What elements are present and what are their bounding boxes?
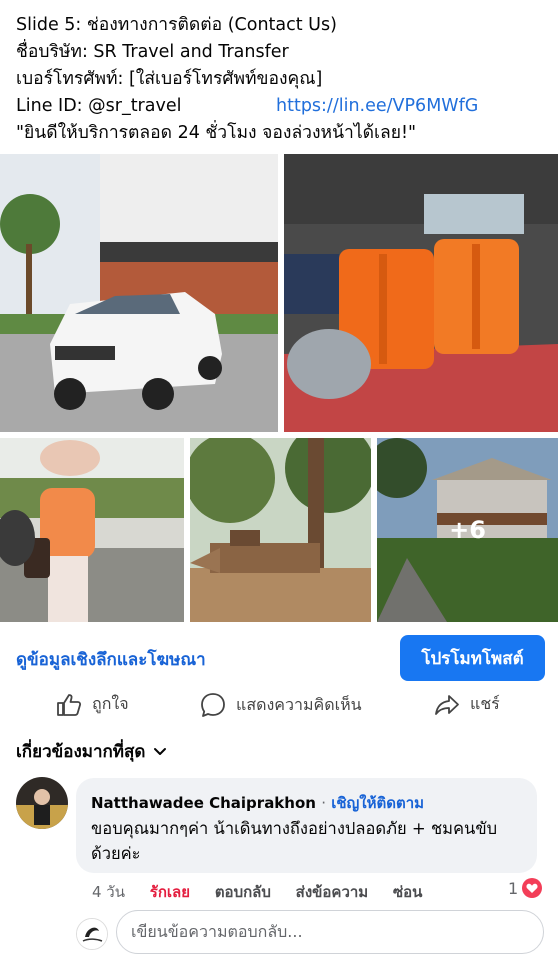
post-line-company: ชื่อบริษัท: SR Travel and Transfer [16, 42, 289, 62]
insights-link[interactable]: ดูข้อมูลเชิงลึกและโฆษณา [16, 646, 206, 673]
comment-icon [201, 693, 225, 717]
photo-playground[interactable] [190, 438, 371, 622]
more-photos-count: +6 [449, 516, 486, 544]
comment-time[interactable]: 4 วัน [92, 883, 125, 901]
comments-filter-label: เกี่ยวข้องมากที่สุด [16, 742, 146, 762]
heart-icon [522, 878, 543, 898]
comment-send-message-button[interactable]: ส่งข้อความ [296, 883, 369, 901]
promote-post-button[interactable]: โปรโมทโพสต์ [400, 635, 545, 681]
chevron-down-icon [154, 747, 167, 755]
comment-author[interactable]: Natthawadee Chaiprakhon [91, 794, 316, 812]
invite-follow-link[interactable]: เชิญให้ติดตาม [331, 794, 424, 812]
photo-suv[interactable] [0, 154, 278, 432]
commenter-avatar[interactable] [16, 777, 68, 829]
comment-button[interactable]: แสดงความคิดเห็น [200, 692, 362, 718]
comment-reactions[interactable]: 1 [508, 878, 543, 898]
post-line-slogan: "ยินดีให้บริการตลอด 24 ชั่วโมง จองล่วงหน… [16, 123, 417, 143]
comments-filter-dropdown[interactable]: เกี่ยวข้องมากที่สุด [16, 738, 167, 765]
reply-input-placeholder: เขียนข้อความตอบกลับ... [131, 921, 303, 941]
page-avatar [76, 918, 108, 950]
photo-building[interactable]: +6 [377, 438, 558, 622]
comment-reply-button[interactable]: ตอบกลับ [215, 883, 271, 901]
comment-meta: 4 วัน รักเลย ตอบกลับ ส่งข้อความ ซ่อน [92, 880, 442, 904]
post-line-line-id: Line ID: @sr_travel https://lin.ee/VP6MW… [16, 93, 548, 120]
more-photos-overlay[interactable]: +6 [377, 438, 558, 622]
share-label: แชร์ [470, 694, 500, 713]
post-action-bar: ถูกใจ แสดงความคิดเห็น แชร์ [0, 692, 558, 720]
photo-luggage[interactable] [284, 154, 558, 432]
comment-separator: · [321, 794, 326, 812]
like-label: ถูกใจ [92, 694, 129, 713]
line-link[interactable]: https://lin.ee/VP6MWfG [276, 93, 478, 120]
comment-bubble: Natthawadee Chaiprakhon · เชิญให้ติดตาม … [76, 778, 537, 873]
comment-loved-button[interactable]: รักเลย [150, 883, 190, 901]
like-button[interactable]: ถูกใจ [56, 692, 129, 717]
share-icon [435, 694, 459, 715]
comment-label: แสดงความคิดเห็น [236, 694, 362, 714]
thumbs-up-icon [57, 693, 82, 716]
post-line-phone: เบอร์โทรศัพท์: [ใส่เบอร์โทรศัพท์ของคุณ] [16, 69, 323, 89]
comment-author-line: Natthawadee Chaiprakhon · เชิญให้ติดตาม [91, 791, 424, 815]
share-button[interactable]: แชร์ [434, 692, 500, 717]
comment-text: ขอบคุณมากๆค่า น้าเดินทางถึงอย่างปลอดภัย … [91, 819, 498, 863]
reply-input[interactable]: เขียนข้อความตอบกลับ... [116, 910, 544, 954]
post-line-title: Slide 5: ช่องทางการติดต่อ (Contact Us) [16, 15, 337, 35]
photo-person[interactable] [0, 438, 184, 622]
reaction-count: 1 [508, 878, 519, 898]
comment-hide-button[interactable]: ซ่อน [393, 883, 422, 901]
post-text: Slide 5: ช่องทางการติดต่อ (Contact Us) ช… [16, 12, 548, 147]
line-id-label: Line ID: @sr_travel [16, 96, 182, 116]
